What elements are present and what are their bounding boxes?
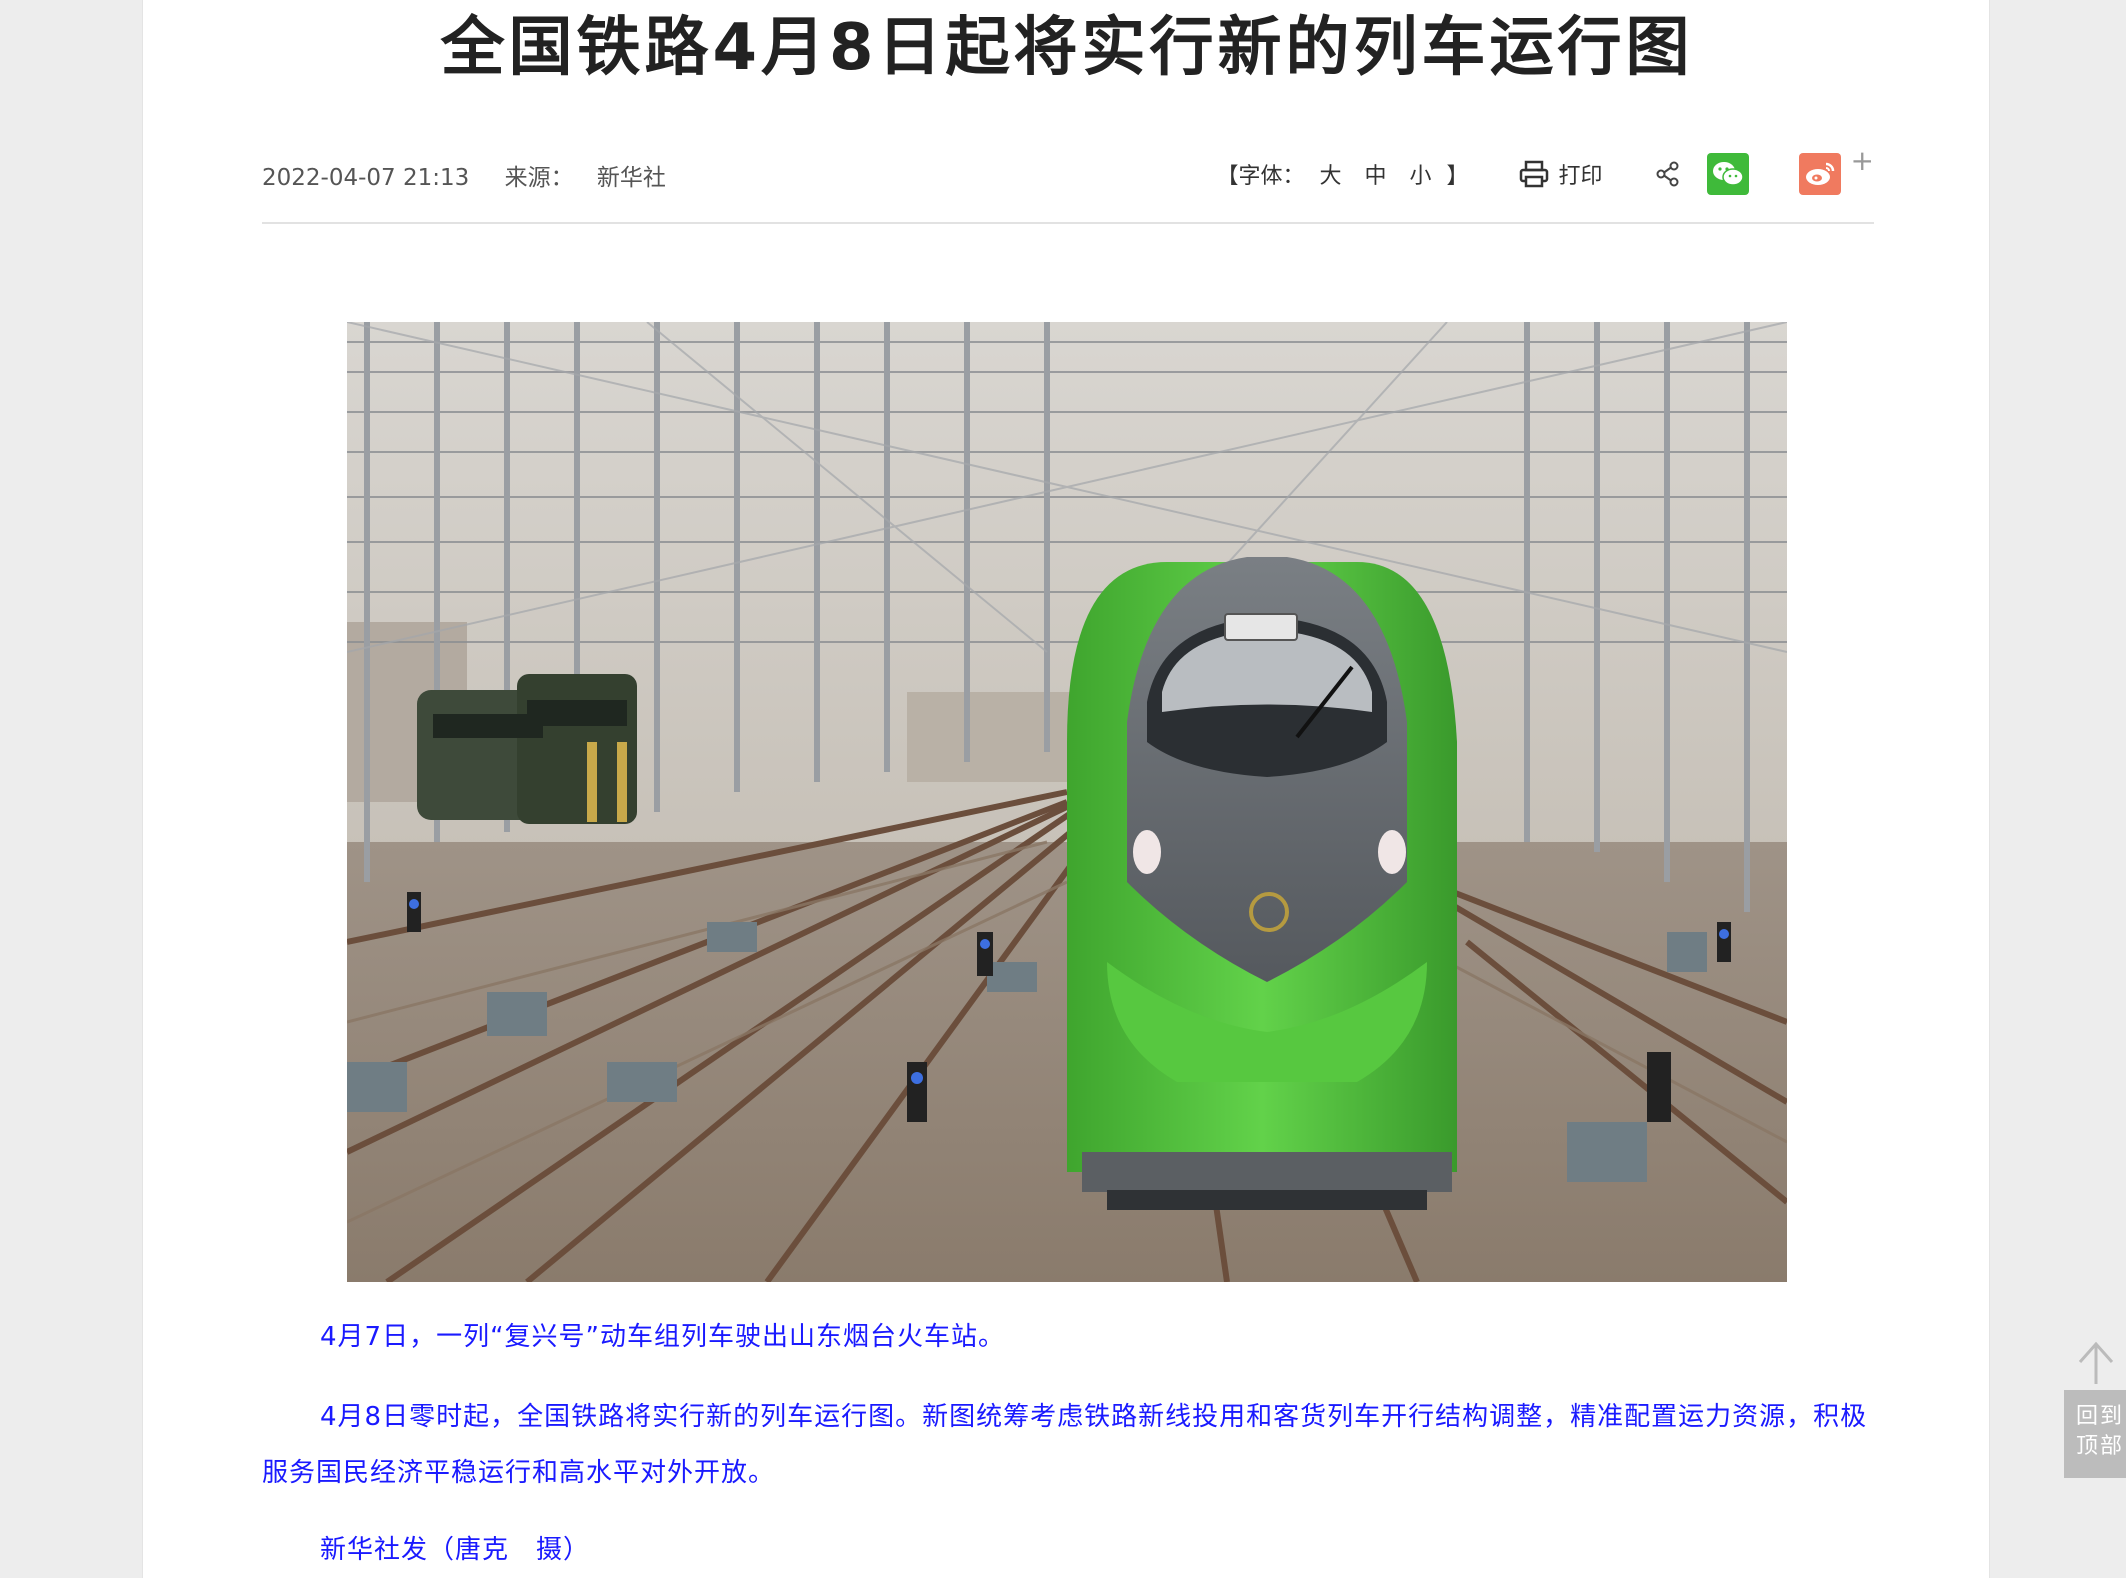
article-tools: 【字体： 大 中 小 】 打印 +: [1216, 144, 1874, 200]
font-size-prefix: 【字体：: [1216, 164, 1305, 189]
article-meta-bar: 2022-04-07 21:13 来源： 新华社 【字体： 大 中 小 】 打印…: [262, 144, 1874, 224]
more-share-plus-icon[interactable]: +: [1851, 144, 1874, 177]
caption-paragraph: 4月7日，一列“复兴号”动车组列车驶出山东烟台火车站。: [320, 1322, 1006, 1352]
arrow-up-icon: [2078, 1341, 2114, 1384]
font-size-large[interactable]: 大: [1319, 164, 1341, 189]
font-size-small[interactable]: 小: [1409, 164, 1431, 189]
printer-icon: [1519, 160, 1548, 188]
source-label: 来源：: [504, 165, 574, 191]
train-graphic: [1067, 557, 1457, 1210]
body-paragraph: 4月8日零时起，全国铁路将实行新的列车运行图。新图统筹考虑铁路新线投用和客货列车…: [262, 1402, 1868, 1488]
credit-paragraph: 新华社发（唐克 摄）: [320, 1535, 591, 1565]
wechat-icon: [1712, 162, 1744, 186]
source-name: 新华社: [596, 165, 666, 191]
weibo-share-button[interactable]: [1798, 153, 1841, 195]
page-shell: 全国铁路4月8日起将实行新的列车运行图 2022-04-07 21:13 来源：…: [142, 0, 1990, 1578]
font-size-suffix: 】: [1446, 164, 1469, 189]
print-button[interactable]: 打印: [1519, 158, 1603, 190]
font-size-medium[interactable]: 中: [1364, 164, 1386, 189]
article-photo: [347, 322, 1787, 1282]
train-photo-illustration: [347, 322, 1787, 1282]
print-label: 打印: [1558, 164, 1603, 189]
article-meta: 2022-04-07 21:13 来源： 新华社: [262, 158, 694, 192]
font-size-control: 【字体： 大 中 小 】: [1216, 158, 1468, 190]
weibo-icon: [1805, 162, 1834, 185]
article-card: 全国铁路4月8日起将实行新的列车运行图 2022-04-07 21:13 来源：…: [142, 0, 1990, 1578]
back-to-top-button[interactable]: 回到顶部: [2064, 1338, 2126, 1478]
article-title: 全国铁路4月8日起将实行新的列车运行图: [440, 11, 1694, 85]
share-icon[interactable]: [1655, 161, 1681, 187]
wechat-share-button[interactable]: [1706, 153, 1749, 195]
publish-date: 2022-04-07 21:13: [262, 165, 470, 191]
back-to-top-label: 回到顶部: [2064, 1390, 2126, 1478]
